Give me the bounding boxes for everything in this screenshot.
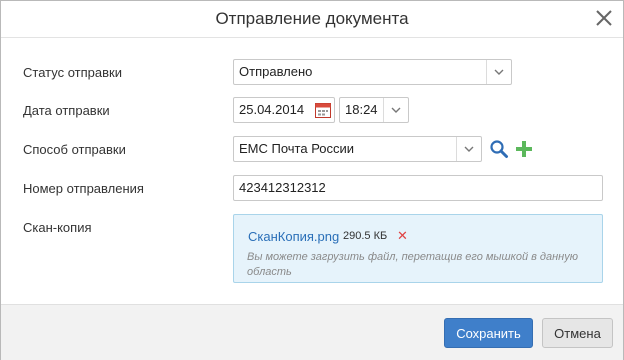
- dialog-title: Отправление документа: [215, 9, 409, 28]
- method-select[interactable]: EMC Почта России: [233, 136, 482, 162]
- number-label: Номер отправления: [23, 181, 144, 196]
- upload-hint: Вы можете загрузить файл, перетащив его …: [247, 251, 578, 278]
- send-document-dialog: Отправление документа Статус отправки От…: [0, 0, 624, 360]
- method-value: EMC Почта России: [239, 141, 355, 156]
- status-select[interactable]: Отправлено: [233, 59, 512, 85]
- status-label: Статус отправки: [23, 65, 122, 80]
- chevron-down-icon[interactable]: [456, 137, 481, 161]
- tracking-number-input[interactable]: 423412312312: [233, 175, 603, 201]
- time-select[interactable]: 18:24: [339, 97, 409, 123]
- save-button[interactable]: Сохранить: [444, 318, 533, 348]
- chevron-down-icon[interactable]: [486, 60, 511, 84]
- scan-label: Скан-копия: [23, 220, 92, 235]
- dialog-header: Отправление документа: [1, 1, 623, 38]
- file-size: 290.5 КБ: [343, 230, 388, 242]
- status-value: Отправлено: [239, 64, 313, 79]
- date-field[interactable]: 25.04.2014: [233, 97, 335, 123]
- file-drop-zone[interactable]: СканКопия.png 290.5 КБ ✕ Вы можете загру…: [233, 214, 603, 283]
- dialog-footer: Сохранить Отмена: [1, 304, 623, 360]
- search-icon[interactable]: [489, 139, 509, 159]
- file-name-link[interactable]: СканКопия.png: [248, 229, 339, 244]
- chevron-down-icon[interactable]: [383, 98, 408, 122]
- calendar-icon[interactable]: [314, 101, 332, 119]
- tracking-number-value: 423412312312: [239, 180, 326, 195]
- remove-file-icon[interactable]: ✕: [397, 228, 408, 244]
- close-icon[interactable]: [593, 7, 615, 29]
- add-icon[interactable]: [514, 139, 534, 159]
- cancel-button[interactable]: Отмена: [542, 318, 613, 348]
- method-label: Способ отправки: [23, 142, 126, 157]
- date-label: Дата отправки: [23, 103, 110, 118]
- time-value: 18:24: [345, 102, 378, 117]
- date-value: 25.04.2014: [239, 102, 305, 117]
